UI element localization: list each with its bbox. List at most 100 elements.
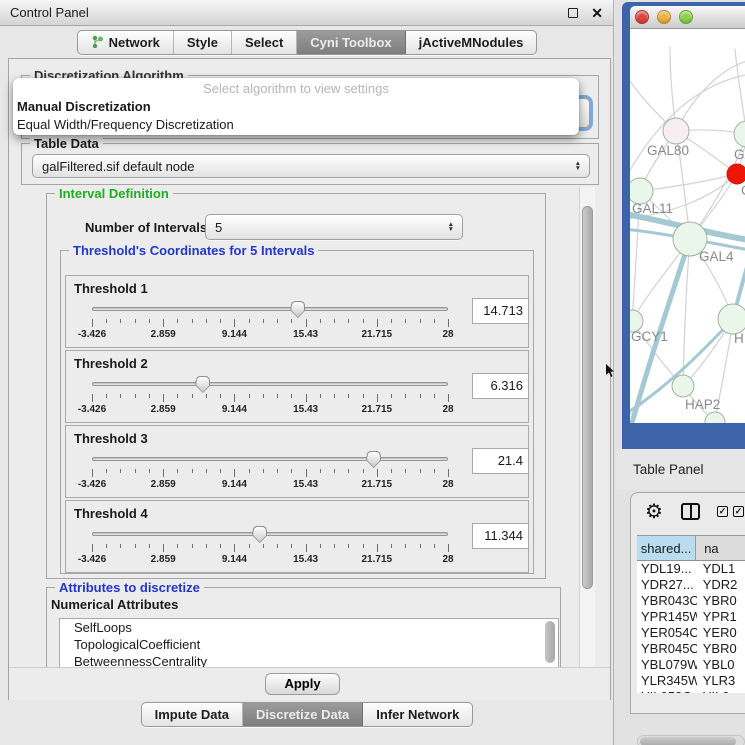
table-row[interactable]: YDR27...YDR2 bbox=[637, 577, 745, 593]
attribute-item[interactable]: SelfLoops bbox=[60, 619, 558, 636]
GAL80-node[interactable] bbox=[663, 118, 689, 144]
table-row[interactable]: YBR045CYBR0 bbox=[637, 641, 745, 657]
list-scrollbar-thumb[interactable] bbox=[545, 621, 555, 663]
tab-jactivemnodules[interactable]: jActiveMNodules bbox=[406, 31, 537, 54]
attributes-to-discretize-group: Attributes to discretize Numerical Attri… bbox=[46, 587, 561, 667]
threshold-value-field[interactable]: 11.344 bbox=[472, 523, 529, 549]
vertical-scrollbar-thumb[interactable] bbox=[582, 206, 593, 589]
horizontal-scrollbar-thumb[interactable] bbox=[640, 737, 736, 745]
slider-track[interactable] bbox=[92, 457, 448, 461]
vertical-scrollbar[interactable] bbox=[579, 187, 595, 667]
tick-mark bbox=[405, 544, 406, 548]
slider-scale: -3.4262.8599.14415.4321.71528 bbox=[92, 479, 448, 491]
scale-label: 2.859 bbox=[151, 404, 176, 415]
horizontal-scrollbar[interactable] bbox=[637, 735, 745, 745]
tick-mark bbox=[306, 469, 307, 477]
popup-option[interactable]: Equal Width/Frequency Discretization bbox=[13, 116, 579, 134]
tab-style[interactable]: Style bbox=[174, 31, 232, 54]
slider-track[interactable] bbox=[92, 532, 448, 536]
threshold-value-field[interactable]: 6.316 bbox=[472, 373, 529, 399]
slider-handle[interactable] bbox=[195, 376, 210, 393]
split-columns-icon[interactable] bbox=[681, 503, 700, 520]
tab-discretize-data[interactable]: Discretize Data bbox=[243, 703, 363, 726]
tab-select[interactable]: Select bbox=[232, 31, 297, 54]
table-row[interactable]: YER054CYER0 bbox=[637, 625, 745, 641]
mac-close-icon[interactable] bbox=[635, 10, 649, 24]
top-tab-bar: Network StyleSelect Cyni Toolbox jActiveMNo… bbox=[0, 30, 614, 55]
slider-handle[interactable] bbox=[290, 301, 305, 318]
mac-minimize-icon[interactable] bbox=[657, 10, 671, 24]
table-row[interactable]: YBL079WYBL0 bbox=[637, 657, 745, 673]
slider-track[interactable] bbox=[92, 382, 448, 386]
attribute-item[interactable]: TopologicalCoefficient bbox=[60, 636, 558, 653]
red-node[interactable] bbox=[727, 164, 745, 184]
node-label-GAL11: GAL11 bbox=[632, 201, 673, 216]
tab-label: Cyni Toolbox bbox=[310, 35, 391, 50]
select-rows-icon[interactable]: ✓ bbox=[733, 506, 744, 517]
tick-mark bbox=[434, 469, 435, 473]
tick-mark bbox=[348, 394, 349, 398]
slider-track[interactable] bbox=[92, 307, 448, 311]
table-row[interactable]: YBR043CYBR0 bbox=[637, 593, 745, 609]
slider-handle[interactable] bbox=[366, 451, 381, 468]
tick-mark bbox=[448, 469, 449, 477]
H-node[interactable] bbox=[718, 304, 745, 334]
node-label-H: H bbox=[734, 331, 744, 346]
table-panel: ⚙ ✓ ✓ shared...na YDL19...YDL1YDR27...YD… bbox=[630, 492, 745, 714]
tick-mark bbox=[106, 544, 107, 548]
attribute-item[interactable]: BetweennessCentrality bbox=[60, 653, 558, 667]
top-tab-control: Network StyleSelect Cyni Toolbox jActiveMNo… bbox=[77, 30, 538, 55]
slider-ticks bbox=[92, 469, 448, 478]
number-of-intervals-combobox[interactable]: 5 ▲▼ bbox=[205, 214, 463, 240]
table-row[interactable]: YPR145WYPR1 bbox=[637, 609, 745, 625]
table-cell: YBL079W bbox=[637, 657, 697, 673]
tick-mark bbox=[405, 469, 406, 473]
float-window-icon[interactable] bbox=[568, 8, 578, 18]
interval-definition-label: Interval Definition bbox=[55, 187, 173, 201]
tick-mark bbox=[163, 394, 164, 402]
threshold-value-field[interactable]: 21.4 bbox=[472, 448, 529, 474]
scale-label: 9.144 bbox=[222, 479, 247, 490]
tab-impute-data[interactable]: Impute Data bbox=[142, 703, 243, 726]
tick-mark bbox=[135, 469, 136, 473]
tick-mark bbox=[448, 319, 449, 327]
tab-infer-network[interactable]: Infer Network bbox=[363, 703, 472, 726]
partial-node[interactable] bbox=[705, 412, 725, 423]
attributes-group-label: Attributes to discretize bbox=[55, 580, 204, 595]
column-header[interactable]: na bbox=[696, 536, 745, 561]
select-columns-icon[interactable]: ✓ bbox=[717, 506, 728, 517]
table-data-combobox[interactable]: galFiltered.sif default node ▲▼ bbox=[32, 154, 590, 178]
tick-mark bbox=[320, 544, 321, 548]
network-canvas[interactable]: GAL80GAGAL11CGAL4GCY1HHAP2 bbox=[630, 29, 745, 423]
table-cell: YER0 bbox=[697, 625, 745, 641]
scale-label: 2.859 bbox=[151, 554, 176, 565]
mac-zoom-icon[interactable] bbox=[679, 10, 693, 24]
threshold-panel: Threshold 2-3.4262.8599.14415.4321.71528… bbox=[65, 350, 529, 423]
tab-cyni-toolbox[interactable]: Cyni Toolbox bbox=[297, 31, 405, 54]
gear-icon[interactable]: ⚙ bbox=[645, 499, 663, 524]
scale-label: -3.426 bbox=[78, 404, 106, 415]
table-cell: YER054C bbox=[637, 625, 697, 641]
HAP2-node[interactable] bbox=[672, 375, 694, 397]
threshold-value-field[interactable]: 14.713 bbox=[472, 298, 529, 324]
column-header[interactable]: shared... bbox=[637, 536, 696, 561]
tick-mark bbox=[177, 469, 178, 473]
close-icon[interactable]: ✕ bbox=[591, 8, 603, 18]
network-edge bbox=[676, 59, 745, 131]
scale-label: 15.43 bbox=[293, 554, 318, 565]
slider-handle[interactable] bbox=[252, 526, 267, 543]
tick-mark bbox=[135, 319, 136, 323]
table-data-group: Table Data galFiltered.sif default node … bbox=[21, 143, 599, 185]
popup-option[interactable]: Manual Discretization bbox=[13, 98, 579, 116]
scale-label: 28 bbox=[442, 554, 453, 565]
table-row[interactable]: YDL19...YDL1 bbox=[637, 561, 745, 577]
tab-label: Network bbox=[109, 35, 160, 50]
GAL-node[interactable] bbox=[734, 121, 745, 147]
network-graph: GAL80GAGAL11CGAL4GCY1HHAP2 bbox=[630, 29, 745, 423]
apply-button[interactable]: Apply bbox=[265, 673, 339, 695]
table-row[interactable]: YIL052CYIL0 bbox=[637, 689, 745, 693]
table-row[interactable]: YLR345WYLR3 bbox=[637, 673, 745, 689]
node-label-GAL4: GAL4 bbox=[699, 249, 734, 264]
table-cell: YPR145W bbox=[637, 609, 697, 625]
tab-network[interactable]: Network bbox=[78, 31, 174, 54]
